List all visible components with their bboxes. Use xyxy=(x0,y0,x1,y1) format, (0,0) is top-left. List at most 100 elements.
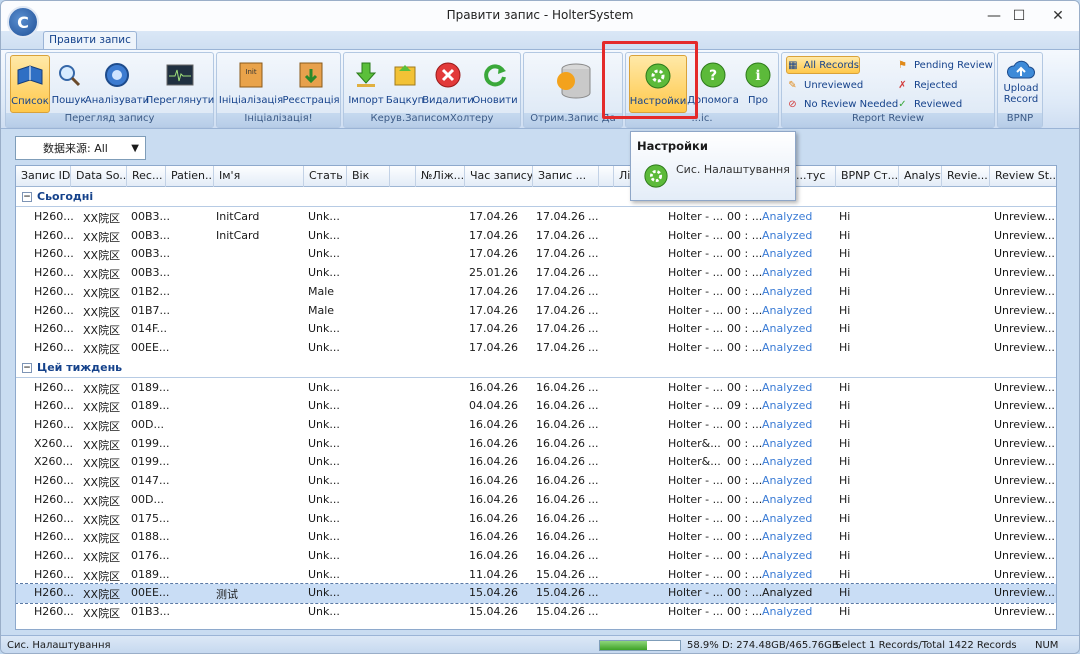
tab-edit-record[interactable]: Правити запис xyxy=(43,31,137,50)
init-button[interactable]: Init Ініціалізація xyxy=(219,55,283,113)
table-row[interactable]: X260... XX院区 0199... Unk... 16.04.26 16.04.26… xyxy=(16,435,1056,454)
cell-duration: 00 : ... xyxy=(727,436,763,450)
rejected-button[interactable]: ✗ Rejected xyxy=(896,76,957,94)
table-row[interactable]: H260... XX院区 00B3... Unk... 25.01.26 17.04.26… xyxy=(16,264,1056,283)
cell-duration: 00 : ... xyxy=(727,605,763,618)
group-label: Report Review xyxy=(782,113,994,127)
column-header[interactable]: Ім'я xyxy=(214,166,304,187)
column-header[interactable]: ...тус xyxy=(791,166,836,187)
cell-record-time: 16.04.26 xyxy=(469,548,518,562)
table-row[interactable]: H260... XX院区 0189... Unk... 11.04.26 15.04.26… xyxy=(16,566,1056,585)
table-row[interactable]: H260... XX院区 0147... Unk... 16.04.26 16.04.26… xyxy=(16,472,1056,491)
help-icon: ? xyxy=(697,59,729,91)
cell-recorder-id: 01B2... xyxy=(131,284,171,298)
table-row[interactable]: H260... XX院区 01B7... Male 17.04.26 17.04.26 Ho… xyxy=(16,302,1056,321)
app-logo-icon[interactable]: C xyxy=(7,6,39,38)
table-row[interactable]: H260... XX院区 00D... Unk... 16.04.26 16.04.26 H… xyxy=(16,491,1056,510)
cell-sex: Male xyxy=(308,303,335,317)
upload-record-button[interactable]: Upload Record xyxy=(1000,57,1042,115)
column-header[interactable] xyxy=(390,166,416,187)
cell-ellipsis: ... xyxy=(588,340,599,354)
table-row[interactable]: X260... XX院区 0199... Unk... 16.04.26 16.04.26… xyxy=(16,453,1056,472)
cell-status: Analyzed xyxy=(762,399,813,413)
column-header[interactable]: Запис ID xyxy=(16,166,71,187)
cell-recorder-id: 0199... xyxy=(131,436,170,450)
collapse-icon[interactable]: − xyxy=(22,192,32,202)
cell-duration: 00 : ... xyxy=(727,210,763,223)
column-header[interactable]: BPNP Ст... xyxy=(836,166,899,187)
column-header[interactable]: №Ліж... xyxy=(416,166,465,187)
about-button[interactable]: i Про xyxy=(740,55,776,113)
column-header[interactable]: Rec... xyxy=(127,166,166,187)
table-row[interactable]: H260... XX院区 01B3... Unk... 15.04.26 15.04.26… xyxy=(16,603,1056,622)
table-row[interactable]: H260... XX院区 0188... Unk... 16.04.26 16.04.26… xyxy=(16,528,1056,547)
cell-sex: Unk... xyxy=(308,567,340,581)
table-row[interactable]: H260... XX院区 0189... Unk... 16.04.26 16.04.26… xyxy=(16,379,1056,398)
column-header[interactable]: Analyst xyxy=(899,166,942,187)
group-row-today[interactable]: − Сьогодні xyxy=(16,188,1056,207)
table-row[interactable]: H260... XX院区 0189... Unk... 04.04.26 16.04.26… xyxy=(16,397,1056,416)
column-header[interactable]: Revie... xyxy=(942,166,990,187)
column-header[interactable]: Patien... xyxy=(166,166,214,187)
delete-button[interactable]: Видалити xyxy=(422,55,474,113)
list-button[interactable]: Список xyxy=(10,55,50,113)
cell-record-id: X260... xyxy=(34,436,74,450)
search-button[interactable]: Пошук xyxy=(52,55,86,113)
cell-data-source: XX院区 xyxy=(83,476,121,490)
cell-bpnp: Hi xyxy=(839,567,851,581)
cell-bpnp: Hi xyxy=(839,228,851,242)
cell-device: Holter - ... xyxy=(668,548,724,562)
view-button[interactable]: Переглянути xyxy=(146,55,214,113)
cell-sex: Unk... xyxy=(308,247,340,261)
group-bpnp: Upload Record BPNP xyxy=(997,52,1043,128)
cell-record-id: H260... xyxy=(34,567,74,581)
cell-device: Holter - ... xyxy=(668,380,724,394)
column-header[interactable]: Стать xyxy=(304,166,347,187)
cell-recorder-id: 0199... xyxy=(131,455,170,469)
table-row[interactable]: H260... XX院区 00B3... Unk... 17.04.26 17.04.26… xyxy=(16,245,1056,264)
main-window: Правити запис - HolterSystem — ☐ ✕ C Пра… xyxy=(0,0,1080,654)
table-row[interactable]: H260... XX院区 00B3... InitCard Unk... 17.04.26… xyxy=(16,227,1056,246)
refresh-button[interactable]: Оновити xyxy=(472,55,518,113)
cell-data-source: XX院区 xyxy=(83,607,121,620)
table-row[interactable]: H260... XX院区 0176... Unk... 16.04.26 16.04.26… xyxy=(16,547,1056,566)
import-button[interactable]: Імпорт xyxy=(348,55,384,113)
table-row[interactable]: H260... XX院区 00EE... Unk... 17.04.26 17.04.26… xyxy=(16,339,1056,358)
unreviewed-button[interactable]: ✎ Unreviewed xyxy=(786,76,863,94)
column-header[interactable]: Data So... xyxy=(71,166,127,187)
cell-bpnp: Hi xyxy=(839,380,851,394)
column-header[interactable] xyxy=(599,166,614,187)
table-row[interactable]: H260... XX院区 00B3... InitCard Unk... 17.04.26… xyxy=(16,208,1056,227)
cell-record-date: 15.04.26 xyxy=(536,605,585,618)
cell-record-id: H260... xyxy=(34,266,74,280)
table-row[interactable]: H260... XX院区 01B2... Male 17.04.26 17.04.26 Ho… xyxy=(16,283,1056,302)
cell-ellipsis: ... xyxy=(588,380,599,394)
cell-duration: 00 : ... xyxy=(727,322,763,336)
cell-review-status: Unreview... xyxy=(994,530,1055,544)
table-row[interactable]: H260... XX院区 00EE... 测试 Unk... 15.04.26 15.04.… xyxy=(16,583,1056,604)
cell-review-status: Unreview... xyxy=(994,455,1055,469)
cell-device: Holter&... xyxy=(668,455,721,469)
table-row[interactable]: H260... XX院区 0175... Unk... 16.04.26 16.04.26… xyxy=(16,510,1056,529)
analyze-button[interactable]: Аналізувати xyxy=(85,55,149,113)
get-record-button[interactable] xyxy=(552,55,596,113)
collapse-icon[interactable]: − xyxy=(22,362,32,373)
column-header[interactable]: Вік xyxy=(347,166,390,187)
register-button[interactable]: Реєстрація xyxy=(282,55,340,113)
table-row[interactable]: H260... XX院区 00D... Unk... 16.04.26 16.04.26 H… xyxy=(16,416,1056,435)
reviewed-button[interactable]: ✓ Reviewed xyxy=(896,95,962,113)
close-button[interactable]: ✕ xyxy=(1035,1,1079,31)
group-row-week[interactable]: − Цей тиждень xyxy=(16,358,1056,378)
column-header[interactable]: Запис ... xyxy=(533,166,599,187)
all-records-button[interactable]: ▦ All Records xyxy=(786,56,860,74)
column-header[interactable]: Час запису xyxy=(465,166,533,187)
cell-bpnp: Hi xyxy=(839,586,851,600)
pending-review-button[interactable]: ⚑ Pending Review xyxy=(896,56,993,74)
column-header[interactable]: Review St... xyxy=(990,166,1056,187)
backup-button[interactable]: Бацкуп xyxy=(386,55,424,113)
no-review-needed-button[interactable]: ⊘ No Review Needed xyxy=(786,95,898,113)
table-row[interactable]: H260... XX院区 014F... Unk... 17.04.26 17.04.26… xyxy=(16,320,1056,339)
data-source-filter[interactable]: 数据来源: All ▼ xyxy=(15,136,146,160)
cell-device: Holter - ... xyxy=(668,418,724,431)
cell-record-time: 17.04.26 xyxy=(469,210,518,223)
